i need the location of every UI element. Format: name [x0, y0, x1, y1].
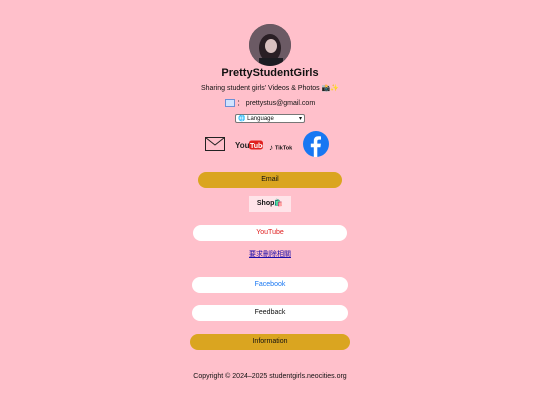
- email-prefix: ：: [236, 100, 244, 107]
- youtube-logo-you: You: [235, 141, 250, 150]
- shop-button[interactable]: Shop🛍️: [249, 196, 291, 212]
- profile-tagline: Sharing student girls' Videos & Photos 📸…: [200, 85, 340, 92]
- facebook-logo-icon[interactable]: [303, 131, 329, 162]
- svg-text:♪: ♪: [269, 143, 273, 152]
- profile-name: PrettyStudentGirls: [221, 67, 319, 79]
- envelope-icon[interactable]: [205, 137, 225, 156]
- contact-email-line: ： prettystus@gmail.com: [0, 98, 540, 108]
- tiktok-logo-icon[interactable]: ♪ TikTok: [269, 139, 297, 157]
- social-icons-row: You Tube ♪ TikTok: [0, 130, 540, 160]
- removal-request-link[interactable]: 要求刪除相關: [0, 249, 540, 259]
- tiktok-wordmark: TikTok: [275, 146, 293, 152]
- language-select[interactable]: 🌐 Language ▾: [235, 114, 305, 123]
- youtube-button[interactable]: YouTube: [193, 225, 347, 241]
- information-button[interactable]: Information: [190, 334, 350, 350]
- email-chip-icon: [224, 99, 235, 108]
- youtube-logo-tube: Tube: [250, 143, 263, 150]
- youtube-logo-icon[interactable]: You Tube: [235, 138, 266, 156]
- footer-copyright: Copyright © 2024–2025 studentgirls.neoci…: [193, 373, 347, 380]
- email-button[interactable]: Email: [198, 172, 342, 188]
- feedback-button[interactable]: Feedback: [192, 305, 348, 321]
- language-select-label: 🌐 Language: [238, 116, 274, 122]
- contact-email[interactable]: prettystus@gmail.com: [246, 100, 315, 107]
- facebook-button[interactable]: Facebook: [192, 277, 348, 293]
- profile-avatar: [249, 24, 291, 66]
- chevron-down-icon: ▾: [298, 116, 302, 122]
